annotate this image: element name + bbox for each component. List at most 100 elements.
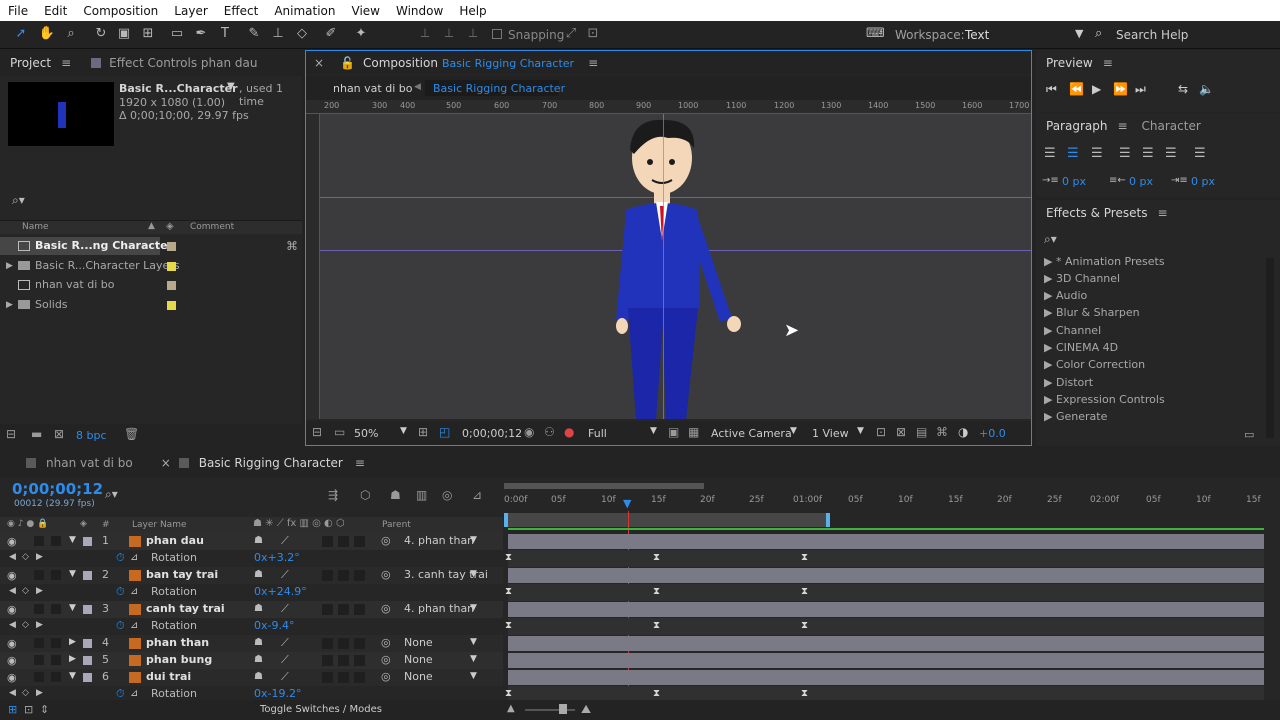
solo-switch[interactable] (34, 655, 44, 665)
effects-category[interactable]: ▶ Expression Controls (1044, 391, 1165, 408)
solo-switch[interactable] (34, 604, 44, 614)
label-swatch[interactable] (167, 301, 176, 310)
parent-chevron-down-icon[interactable]: ▼ (470, 654, 477, 664)
column-layer-name[interactable]: Layer Name (132, 520, 187, 530)
effects-category[interactable]: ▶ 3D Channel (1044, 270, 1120, 287)
layer-row[interactable]: ◉ ▼ 3 canh tay trai ☗ ⟋ ◎ 4. phan than ▼ (0, 601, 1280, 618)
parent-pickwhip-icon[interactable]: ◎ (381, 602, 391, 615)
resolution-chevron-down-icon[interactable]: ▼ (650, 426, 657, 436)
work-area-end-handle[interactable] (826, 513, 830, 527)
layer-switch-box[interactable] (338, 536, 349, 547)
layer-switch-box[interactable] (354, 655, 365, 666)
project-item[interactable]: ▶ Solids (0, 296, 160, 314)
color-channels-icon[interactable]: ● (564, 425, 574, 439)
trash-icon[interactable]: 🗑 (124, 428, 139, 440)
expand-arrow-icon[interactable]: ▶ (69, 637, 76, 647)
layer-row[interactable]: ◉ ▼ 2 ban tay trai ☗ ⟋ ◎ 3. canh tay trai ▼ (0, 567, 1280, 584)
property-value[interactable]: 0x-9.4° (254, 619, 294, 632)
audio-speaker-icon[interactable]: 🔈 (1199, 82, 1214, 96)
transparency-grid-icon[interactable]: ◰ (439, 425, 450, 439)
quality-switch-icon[interactable]: ⟋ (281, 602, 289, 616)
world-axis-icon[interactable]: ⟂ (440, 25, 458, 43)
always-preview-icon[interactable]: ⊟ (312, 426, 322, 438)
tab-effect-controls[interactable]: Effect Controls phan dau (109, 56, 267, 70)
graph-icon[interactable]: ⊿ (130, 620, 138, 631)
workspace-chevron-down-icon[interactable]: ▼ (1075, 27, 1083, 40)
views-select[interactable]: 1 View (812, 427, 849, 440)
tab-effects-presets[interactable]: Effects & Presets (1036, 206, 1157, 220)
reset-exposure-icon[interactable]: ◑ (958, 426, 968, 438)
effects-category[interactable]: ▶ * Animation Presets (1044, 253, 1165, 270)
zoom-tool-icon[interactable]: ⌕ (62, 25, 80, 43)
collapse-arrow-icon[interactable]: ▼ (69, 671, 76, 681)
paragraph-menu-icon[interactable]: ≡ (1117, 119, 1127, 133)
clone-stamp-tool-icon[interactable]: ⊥ (269, 25, 287, 43)
keyframe-icon[interactable]: ⧗ (653, 621, 662, 631)
visibility-eye-icon[interactable]: ◉ (7, 535, 17, 548)
fast-draft-icon[interactable]: ⊠ (896, 426, 906, 438)
effects-search-icon[interactable]: ⌕▾ (1044, 232, 1057, 247)
menu-effect[interactable]: Effect (216, 4, 267, 18)
solo-switch[interactable] (34, 672, 44, 682)
flowchart-view-icon[interactable]: ⌘ (936, 426, 948, 438)
layer-switch-box[interactable] (354, 570, 365, 581)
effects-menu-icon[interactable]: ≡ (1157, 206, 1167, 220)
view-axis-icon[interactable]: ⟂ (464, 25, 482, 43)
quality-switch-icon[interactable]: ⟋ (281, 636, 289, 650)
effects-category[interactable]: ▶ Audio (1044, 287, 1087, 304)
effects-category[interactable]: ▶ Distort (1044, 374, 1093, 391)
camera-select[interactable]: Active Camera (711, 427, 792, 440)
property-value[interactable]: 0x-19.2° (254, 687, 301, 700)
add-keyframe-icon[interactable]: ◇ (22, 688, 29, 698)
zoom-out-mountain-icon[interactable]: ▲ (507, 703, 515, 714)
comp-mini-flowchart-icon[interactable]: ⇶ (328, 489, 338, 501)
graph-icon[interactable]: ⊿ (130, 552, 138, 563)
graph-icon[interactable]: ⊿ (130, 688, 138, 699)
brush-tool-icon[interactable]: ✎ (245, 25, 263, 43)
effects-new-icon[interactable]: ▭ (1244, 428, 1254, 441)
motion-blur-icon[interactable]: ◎ (442, 489, 452, 501)
graph-editor-icon[interactable]: ⊿ (472, 489, 482, 501)
shy-switch-icon[interactable]: ☗ (254, 654, 263, 665)
transparency-toggle-icon[interactable]: ▦ (688, 426, 699, 438)
layer-name[interactable]: phan bung (146, 653, 212, 666)
frame-blending-icon[interactable]: ▥ (416, 489, 427, 501)
layer-label-swatch[interactable] (83, 571, 92, 580)
visibility-eye-icon[interactable]: ◉ (7, 603, 17, 616)
column-parent[interactable]: Parent (382, 520, 411, 530)
layer-name[interactable]: phan than (146, 636, 209, 649)
selected-item-chevron-down-icon[interactable]: ▼ (227, 81, 235, 92)
search-icon[interactable]: ⌕ (1095, 26, 1102, 41)
shy-switch-icon[interactable]: ☗ (254, 671, 263, 682)
previous-frame-icon[interactable]: ⏪ (1069, 82, 1084, 96)
timeline-icon[interactable]: ▤ (916, 426, 927, 438)
layer-row[interactable]: ◉ ▼ 6 dui trai ☗ ⟋ ◎ None ▼ (0, 669, 1280, 686)
layer-name[interactable]: ban tay trai (146, 568, 218, 581)
keyframe-icon[interactable]: ⧗ (505, 587, 514, 597)
transfer-controls-pane-icon[interactable]: ⊡ (24, 703, 33, 716)
parent-select[interactable]: 4. phan than (404, 602, 474, 615)
preview-menu-icon[interactable]: ≡ (1103, 56, 1113, 70)
exposure-value[interactable]: +0.0 (979, 427, 1006, 440)
parent-pickwhip-icon[interactable]: ◎ (381, 653, 391, 666)
toggle-pixel-aspect-icon[interactable]: ⊡ (876, 426, 886, 438)
camera-tool-icon[interactable]: ▣ (115, 25, 133, 43)
lock-switch[interactable] (51, 638, 61, 648)
fast-previews-icon[interactable]: ▣ (668, 426, 679, 438)
effects-category[interactable]: ▶ Channel (1044, 322, 1101, 339)
layer-switch-box[interactable] (322, 536, 333, 547)
timeline-zoom-slider[interactable] (525, 709, 575, 711)
visibility-eye-icon[interactable]: ◉ (7, 654, 17, 667)
layer-label-swatch[interactable] (83, 605, 92, 614)
lock-switch[interactable] (51, 604, 61, 614)
visibility-eye-icon[interactable]: ◉ (7, 671, 17, 684)
rectangle-tool-icon[interactable]: ▭ (168, 25, 186, 43)
align-center-icon[interactable]: ☰ (1067, 146, 1079, 161)
graph-icon[interactable]: ⊿ (130, 586, 138, 597)
effects-scrollbar[interactable] (1266, 258, 1274, 438)
puppet-pin-tool-icon[interactable]: ✦ (352, 25, 370, 43)
local-axis-icon[interactable]: ⟂ (416, 25, 434, 43)
layer-switches-pane-icon[interactable]: ⊞ (8, 703, 17, 716)
layer-switch-box[interactable] (354, 672, 365, 683)
layer-row[interactable]: ◉ ▼ 1 phan dau ☗ ⟋ ◎ 4. phan than ▼ (0, 533, 1280, 550)
